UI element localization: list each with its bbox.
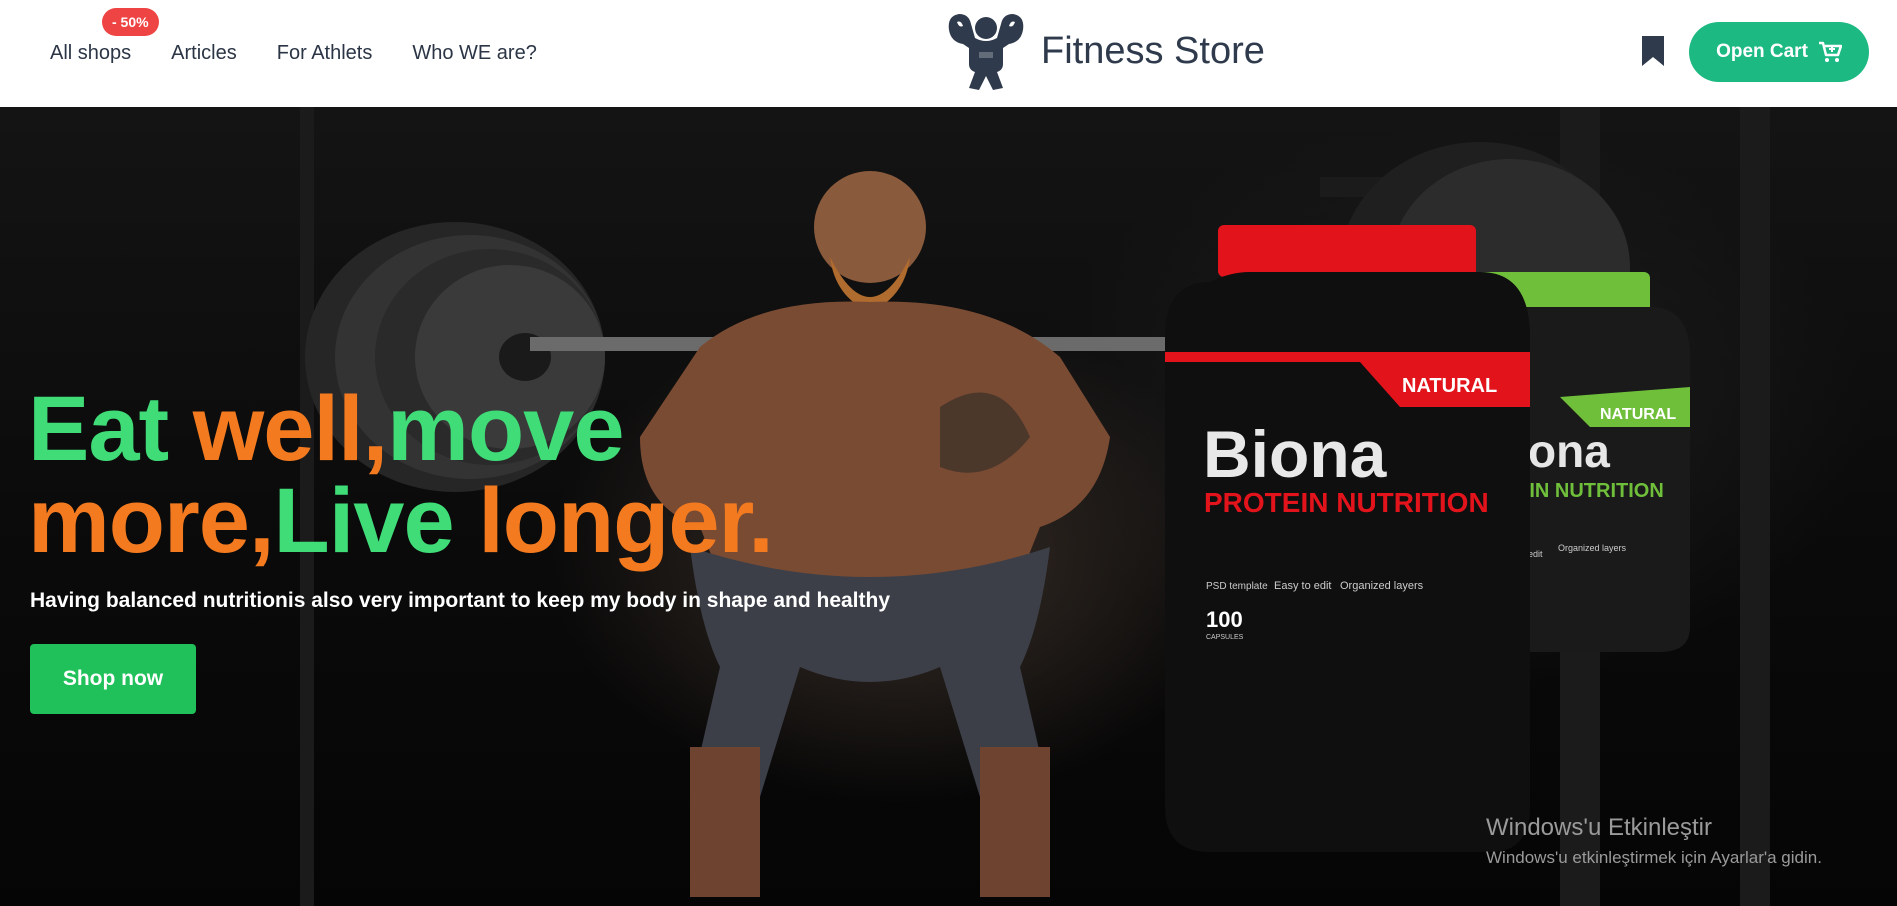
- front-jar-feature-2: Easy to edit: [1274, 580, 1331, 592]
- front-product-jar: NATURAL Biona PROTEIN NUTRITION PSD temp…: [1165, 225, 1530, 852]
- site-header: All shops - 50% Articles For Athlets Who…: [0, 0, 1897, 107]
- hero-headline-line-1: Eat well,move: [28, 383, 773, 475]
- site-logo[interactable]: Fitness Store: [943, 8, 1265, 94]
- discount-badge: - 50%: [102, 8, 159, 36]
- headline-word-2: well,: [192, 378, 388, 480]
- front-jar-count: 100: [1206, 607, 1243, 632]
- watermark-subtitle: Windows'u etkinleştirmek için Ayarlar'a …: [1486, 848, 1822, 867]
- headline-word-1: Eat: [28, 378, 169, 480]
- front-jar-feature-1: PSD template: [1206, 581, 1268, 592]
- front-jar-count-unit: CAPSULES: [1206, 634, 1244, 641]
- hero-headline-line-2: more,Live longer.: [28, 475, 774, 567]
- hero-subline: Having balanced nutritionis also very im…: [30, 589, 891, 612]
- front-jar-line: PROTEIN NUTRITION: [1204, 487, 1489, 518]
- hero-headline: Eat well,move more,Live longer.: [28, 383, 774, 567]
- headline-word-5: Live: [273, 470, 455, 572]
- back-jar-brand: ona: [1528, 425, 1610, 477]
- bookmark-button[interactable]: [1640, 34, 1666, 73]
- watermark-title: Windows'u Etkinleştir: [1486, 814, 1712, 841]
- open-cart-button[interactable]: Open Cart: [1689, 22, 1869, 82]
- back-jar-tag: NATURAL: [1600, 406, 1676, 423]
- headline-word-3: move: [387, 378, 624, 480]
- front-jar-tag: NATURAL: [1402, 375, 1497, 397]
- front-jar-brand: Biona: [1203, 417, 1388, 491]
- open-cart-label: Open Cart: [1716, 41, 1808, 62]
- back-jar-line: EIN NUTRITION: [1516, 480, 1664, 502]
- back-jar-feature-2: Organized layers: [1558, 543, 1627, 553]
- shop-now-button[interactable]: Shop now: [30, 644, 196, 714]
- nav-all-shops[interactable]: All shops - 50%: [50, 8, 159, 65]
- nav-articles[interactable]: Articles: [171, 42, 237, 65]
- headline-word-4: more,: [28, 470, 275, 572]
- cart-icon: [1818, 41, 1842, 62]
- front-jar-feature-3: Organized layers: [1340, 580, 1424, 592]
- nav-all-shops-label: All shops: [50, 42, 132, 64]
- back-jar-feature-1: edit: [1528, 549, 1543, 559]
- hero-section: NATURAL ona EIN NUTRITION edit Organized…: [0, 107, 1897, 906]
- nav-for-athlets[interactable]: For Athlets: [277, 42, 373, 65]
- main-nav: All shops - 50% Articles For Athlets Who…: [50, 8, 537, 65]
- windows-activation-watermark: Windows'u Etkinleştir Windows'u etkinleş…: [1486, 814, 1822, 868]
- nav-who-we-are[interactable]: Who WE are?: [412, 42, 536, 65]
- headline-word-6: longer.: [478, 470, 774, 572]
- logo-text: Fitness Store: [1041, 29, 1265, 72]
- strongman-logo-icon: [948, 14, 1024, 90]
- bookmark-icon: [1642, 36, 1664, 66]
